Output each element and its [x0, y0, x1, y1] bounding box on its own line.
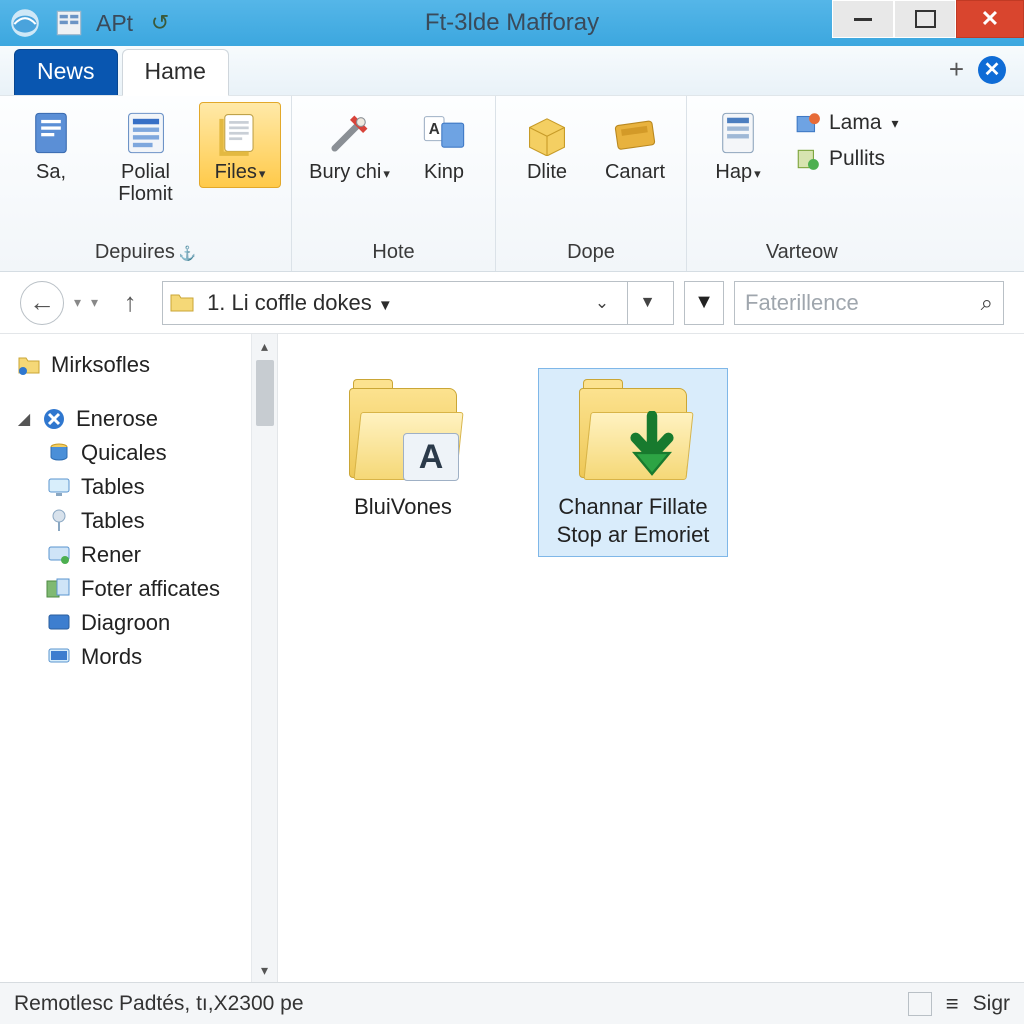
path-chevron-icon[interactable]: ⌄ [587, 293, 617, 313]
tree-item-rener[interactable]: Rener [16, 538, 277, 572]
ribbon-item-burychi[interactable]: Bury chi [302, 102, 397, 188]
ribbon-group-varteow: Varteow [697, 238, 907, 267]
tree-item-enerose[interactable]: ◢ Enerose [16, 402, 277, 436]
search-icon: ⌕ [981, 290, 993, 316]
panel-icon [712, 107, 764, 159]
display-icon [46, 645, 72, 669]
file-icon [214, 107, 266, 159]
ribbon: Sa, Polial Flomit Files Depuires [0, 96, 1024, 272]
scroll-down-icon[interactable]: ▾ [252, 958, 277, 982]
navigation-tree: Mirksofles ◢ Enerose Quicales Tables Tab… [0, 334, 278, 982]
file-item-channar[interactable]: Channar Fillate Stop ar Emoriet [538, 368, 728, 557]
sidebar-scrollbar[interactable]: ▴ ▾ [251, 334, 277, 982]
tree-item-diagroon[interactable]: Diagroon [16, 606, 277, 640]
file-item-bluivones[interactable]: A BluiVones [308, 368, 498, 530]
path-dropdown-icon[interactable]: ▼ [627, 282, 667, 324]
status-bar: Remotlesc Padtés, tı,X2300 pe ≡ Sigr [0, 982, 1024, 1024]
tree-item-quicales[interactable]: Quicales [16, 436, 277, 470]
ribbon-item-canart[interactable]: Canart [594, 102, 676, 188]
ribbon-item-lama[interactable]: Lama▾ [793, 108, 899, 138]
pullits-icon [793, 144, 823, 174]
ribbon-item-kinp[interactable]: A Kinp [403, 102, 485, 188]
scroll-up-icon[interactable]: ▴ [252, 334, 277, 358]
folder-icon [169, 291, 197, 315]
rename-icon: A [418, 107, 470, 159]
monitor-icon [46, 475, 72, 499]
tree-item-tables-2[interactable]: Tables [16, 504, 277, 538]
folder-fonts-icon: A [343, 377, 463, 487]
network-icon [46, 543, 72, 567]
tab-home[interactable]: Hame [122, 49, 229, 96]
tree-item-foter[interactable]: Foter afficates [16, 572, 277, 606]
ribbon-group-depuires: Depuires [10, 238, 281, 267]
ribbon-item-dlite[interactable]: Dlite [506, 102, 588, 188]
maximize-button[interactable] [894, 0, 956, 38]
back-button[interactable]: ← [20, 281, 64, 325]
folder-icon [16, 353, 42, 377]
document-icon [25, 107, 77, 159]
package-icon [609, 107, 661, 159]
refresh-button[interactable]: ▼ [684, 281, 724, 325]
pin-icon [46, 509, 72, 533]
view-menu-icon[interactable]: ≡ [946, 991, 959, 1017]
minimize-button[interactable] [832, 0, 894, 38]
search-input[interactable]: Faterillence ⌕ [734, 281, 1004, 325]
lama-icon [793, 108, 823, 138]
up-button[interactable]: ↑ [108, 281, 152, 325]
ribbon-tabs: News Hame + ✕ [0, 46, 1024, 96]
expand-ribbon-button[interactable]: + [949, 54, 964, 85]
ribbon-item-files[interactable]: Files [199, 102, 281, 188]
scroll-thumb[interactable] [256, 360, 274, 426]
ribbon-item-hap[interactable]: Hap [697, 102, 779, 188]
ribbon-item-polial[interactable]: Polial Flomit [98, 102, 193, 210]
status-text: Remotlesc Padtés, tı,X2300 pe [14, 992, 304, 1016]
tree-item-mords[interactable]: Mords [16, 640, 277, 674]
recent-dropdown[interactable]: ▾ [91, 294, 98, 311]
screen-icon [46, 611, 72, 635]
tools-icon [324, 107, 376, 159]
address-bar[interactable]: 1. Li coffle dokes ▼ ⌄ ▼ [162, 281, 674, 325]
tab-news[interactable]: News [14, 49, 118, 95]
status-right: Sigr [973, 992, 1010, 1016]
navigation-bar: ← ▾ ▾ ↑ 1. Li coffle dokes ▼ ⌄ ▼ ▼ Fater… [0, 272, 1024, 334]
close-button[interactable] [956, 0, 1024, 38]
help-button[interactable]: ✕ [978, 56, 1006, 84]
tree-item-mirksofles[interactable]: Mirksofles [16, 348, 277, 382]
box-icon [521, 107, 573, 159]
ribbon-item-sa[interactable]: Sa, [10, 102, 92, 188]
ribbon-item-pullits[interactable]: Pullits [793, 144, 899, 174]
view-details-button[interactable] [908, 992, 932, 1016]
collapse-icon[interactable]: ◢ [16, 409, 32, 429]
database-icon [46, 441, 72, 465]
list-icon [120, 107, 172, 159]
tree-item-tables-1[interactable]: Tables [16, 470, 277, 504]
ribbon-group-hote: Hote [302, 238, 485, 267]
svg-text:A: A [429, 121, 440, 138]
folder-download-icon [573, 377, 693, 487]
file-pane: A BluiVones Channar Fillate Stop ar Emor… [278, 334, 1024, 982]
ribbon-group-dope: Dope [506, 238, 676, 267]
titlebar: APt ↺ Ft-3lde Mafforay [0, 0, 1024, 46]
history-dropdown[interactable]: ▾ [74, 294, 81, 311]
certificate-icon [46, 577, 72, 601]
drive-icon [41, 407, 67, 431]
